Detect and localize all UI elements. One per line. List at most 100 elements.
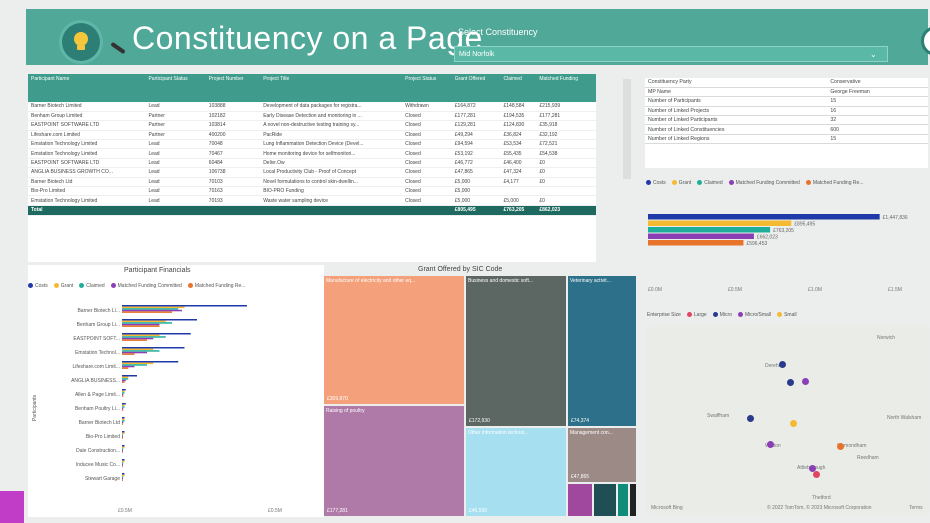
participant-bar[interactable] [122,334,160,337]
participant-bar[interactable] [122,323,160,326]
map-marker[interactable] [813,471,820,478]
legend-item[interactable]: Matched Funding Committed [728,180,800,186]
participant-bar[interactable] [122,320,166,323]
treemap-cell[interactable] [594,484,616,516]
participant-bar[interactable] [122,434,123,436]
column-header[interactable]: Project Title [260,74,403,102]
column-header[interactable]: Matched Funding [536,74,596,102]
participant-bar[interactable] [122,421,124,424]
column-header[interactable]: Participant Status [145,74,206,102]
table-row[interactable]: Emstation Technology Limited Lead 70048 Lun… [28,139,596,150]
map-view[interactable]: DerehamSwaffhamWattonWymondhamAttleborou… [647,325,929,515]
legend-item[interactable]: Matched Funding Re... [805,180,863,186]
treemap-cell[interactable]: Management con... £47,865 [568,428,636,482]
filter-icon[interactable] [921,26,930,56]
legend-item[interactable]: Claimed [697,180,723,186]
participant-bar[interactable] [122,390,125,393]
participant-bar[interactable] [122,403,126,405]
table-row[interactable]: ANGLIA BUSINESS GROWTH CO... Lead 106738 Lo… [28,167,596,178]
participant-bar[interactable] [122,423,123,425]
participant-bar[interactable] [122,407,124,410]
summary-bar[interactable] [648,214,880,220]
participant-bar[interactable] [122,417,125,419]
participant-bar[interactable] [122,306,185,309]
participant-bar[interactable] [122,347,185,349]
legend-item[interactable]: Small [777,312,797,318]
map-marker[interactable] [787,379,794,386]
treemap-cell[interactable]: Veterinary activit... £74,374 [568,276,636,426]
chevron-down-icon[interactable]: ⌄ [870,50,877,59]
map-marker[interactable] [747,415,754,422]
column-header[interactable]: Participant Name [28,74,146,102]
table-scrollbar[interactable] [623,79,631,179]
participant-bar[interactable] [122,406,125,408]
participant-bar[interactable] [122,379,126,382]
participant-bar[interactable] [122,446,125,449]
participant-bar[interactable] [122,462,124,464]
participant-bar[interactable] [122,409,124,411]
participant-bar[interactable] [122,337,154,340]
table-row[interactable]: Barner Biotech Limited Lead 103888 Developm… [28,102,596,112]
participant-bar[interactable] [122,375,137,377]
participant-bar[interactable] [122,378,129,380]
participant-bar[interactable] [122,474,125,477]
column-header[interactable]: Grant Offered [451,74,501,102]
participant-bar[interactable] [122,361,179,363]
participant-bar[interactable] [122,336,166,338]
participant-bar[interactable] [122,459,125,461]
constituency-dropdown[interactable]: Mid Norfolk [454,46,888,62]
participant-bar[interactable] [122,393,124,396]
legend-item[interactable]: Micro/Small [737,312,771,318]
column-header[interactable]: Project Number [205,74,261,102]
participant-bar[interactable] [122,437,123,439]
legend-item[interactable]: Matched Funding Re... [187,283,245,289]
participant-bar[interactable] [122,362,154,365]
legend-item[interactable]: Costs [646,180,666,186]
participant-bar[interactable] [122,432,125,435]
participant-bar[interactable] [122,460,125,463]
treemap-cell[interactable] [630,484,636,516]
table-row[interactable]: Emstation Technology Limited Lead 70193 Was… [28,195,596,206]
table-row[interactable]: Barner Biotech Ltd Lead 70103 Novel formula… [28,177,596,188]
map-marker[interactable] [790,420,797,427]
participant-bar[interactable] [122,431,125,433]
participant-bar[interactable] [122,479,123,481]
participant-bar[interactable] [122,325,160,327]
participant-bar[interactable] [122,364,147,366]
treemap-cell[interactable] [568,484,592,516]
participant-bar[interactable] [122,309,182,312]
participant-bar[interactable] [122,420,125,422]
treemap-cell[interactable]: Manufacture of electricity and other eq.… [324,276,464,404]
participant-bar[interactable] [122,381,125,383]
legend-item[interactable]: Large [686,312,707,318]
participant-bar[interactable] [122,477,123,480]
summary-bar[interactable] [648,220,792,227]
participant-bar[interactable] [122,449,123,452]
participant-bar[interactable] [122,305,247,307]
participant-bar[interactable] [122,418,125,421]
treemap-cell[interactable]: Raising of poultry £177,281 [324,406,464,516]
participant-bar[interactable] [122,448,124,450]
participant-bar[interactable] [122,311,172,313]
participant-bar[interactable] [122,465,123,467]
column-header[interactable]: Claimed [500,74,537,102]
table-row[interactable]: EASTPOINT SOFTWARE LTD Lead 60484 Delivr.Ow… [28,158,596,169]
summary-bar[interactable] [648,240,744,246]
participant-bar[interactable] [122,445,125,447]
table-row[interactable]: EASTPOINT SOFTWARE LTD Partner 103814 A nov… [28,120,596,131]
legend-item[interactable]: Costs [28,283,48,289]
participant-bar[interactable] [122,473,125,475]
participant-bar[interactable] [122,463,123,466]
participant-bar[interactable] [122,365,135,368]
map-terms-link[interactable]: Terms [909,505,923,511]
participant-bar[interactable] [122,333,191,335]
participant-bar[interactable] [122,351,147,354]
participant-bar[interactable] [122,319,197,321]
legend-item[interactable]: Grant [53,283,73,289]
participant-bar[interactable] [122,350,160,352]
map-marker[interactable] [767,441,774,448]
column-header[interactable]: Project Status [402,74,452,102]
summary-bar[interactable] [648,233,754,240]
table-row[interactable]: Bio-Pro Limited Lead 70163 BIO-PRO Funding C… [28,186,596,197]
treemap-cell[interactable]: Business and domestic soft... £172,930 [466,276,566,426]
